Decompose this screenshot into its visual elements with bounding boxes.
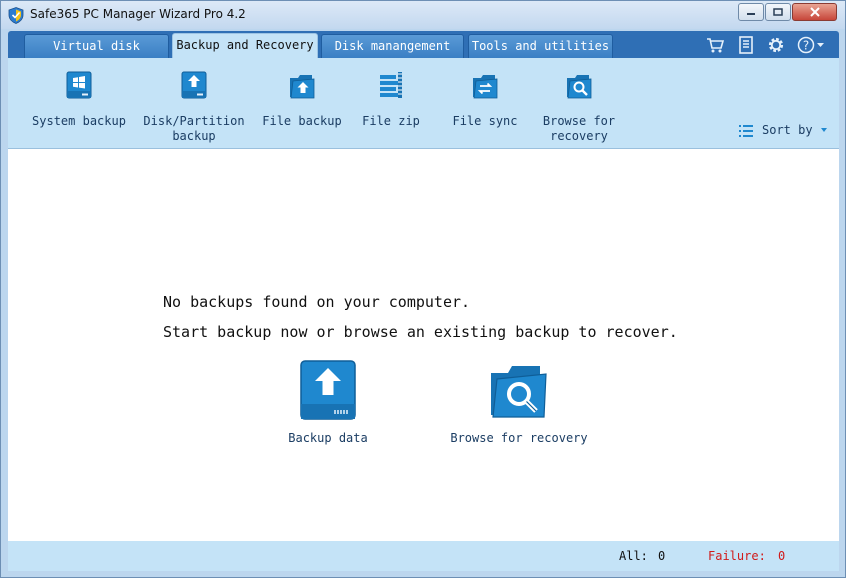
help-icon[interactable]: ? [797, 35, 827, 55]
gear-icon[interactable] [766, 35, 786, 55]
caret-down-icon [821, 128, 827, 132]
drive-upload-icon [300, 360, 356, 420]
list-icon [739, 125, 753, 137]
browse-for-recovery-button[interactable]: Browse for recovery [534, 70, 624, 144]
file-backup-label: File backup [262, 114, 342, 128]
notes-icon[interactable] [736, 35, 756, 55]
failure-count-value: 0 [778, 549, 786, 563]
file-zip-icon [380, 72, 402, 98]
backup-data-button[interactable]: Backup data [278, 359, 378, 445]
file-sync-label: File sync [452, 114, 518, 128]
main-tab-strip: Virtual disk Backup and Recovery Disk ma… [8, 31, 839, 58]
close-button[interactable] [792, 3, 837, 21]
minimize-icon [747, 13, 755, 15]
browse-recovery-big-label: Browse for recovery [450, 431, 588, 445]
file-zip-button[interactable]: File zip [358, 70, 424, 129]
failure-count-label: Failure: [708, 549, 766, 563]
minimize-button[interactable] [738, 3, 764, 21]
disk-partition-backup-label: Disk/Partition backup [143, 114, 245, 143]
close-icon [809, 7, 820, 17]
system-backup-label: System backup [32, 114, 126, 128]
folder-sync-icon [473, 75, 498, 99]
all-count-value: 0 [658, 549, 666, 563]
status-bar: All: 0 Failure: 0 [8, 541, 839, 571]
folder-search-icon [491, 366, 547, 418]
tab-disk-management[interactable]: Disk manangement [321, 34, 464, 58]
windows-drive-icon [66, 71, 92, 99]
browse-for-recovery-label: Browse for recovery [542, 114, 616, 143]
app-window: Safe365 PC Manager Wizard Pro 4.2 Virtua… [0, 0, 846, 578]
backup-data-label: Backup data [288, 431, 368, 445]
folder-search-icon [567, 75, 592, 99]
maximize-icon [773, 8, 783, 16]
all-count-label: All: [619, 549, 648, 563]
shield-icon [8, 7, 24, 24]
sort-by-label: Sort by [762, 123, 813, 137]
disk-partition-backup-button[interactable]: Disk/Partition backup [138, 70, 250, 144]
maximize-button[interactable] [765, 3, 791, 21]
backup-list-area: No backups found on your computer. Start… [8, 149, 839, 541]
system-backup-button[interactable]: System backup [28, 70, 130, 129]
file-zip-label: File zip [362, 114, 420, 128]
tab-tools-and-utilities[interactable]: Tools and utilities [468, 34, 613, 58]
tab-backup-and-recovery[interactable]: Backup and Recovery [172, 33, 318, 58]
file-backup-button[interactable]: File backup [260, 70, 344, 129]
empty-message-line2: Start backup now or browse an existing b… [163, 323, 678, 341]
drive-upload-icon [181, 71, 207, 99]
svg-text:?: ? [803, 39, 809, 53]
cart-icon[interactable] [705, 35, 725, 55]
file-sync-button[interactable]: File sync [448, 70, 522, 129]
title-bar: Safe365 PC Manager Wizard Pro 4.2 [1, 1, 845, 29]
tab-virtual-disk[interactable]: Virtual disk [24, 34, 169, 58]
empty-message-line1: No backups found on your computer. [163, 293, 471, 311]
folder-upload-icon [290, 75, 315, 99]
browse-recovery-big-button[interactable]: Browse for recovery [444, 359, 594, 445]
window-title: Safe365 PC Manager Wizard Pro 4.2 [30, 7, 246, 21]
action-toolbar: System backup Disk/Partition backup File… [8, 58, 839, 149]
